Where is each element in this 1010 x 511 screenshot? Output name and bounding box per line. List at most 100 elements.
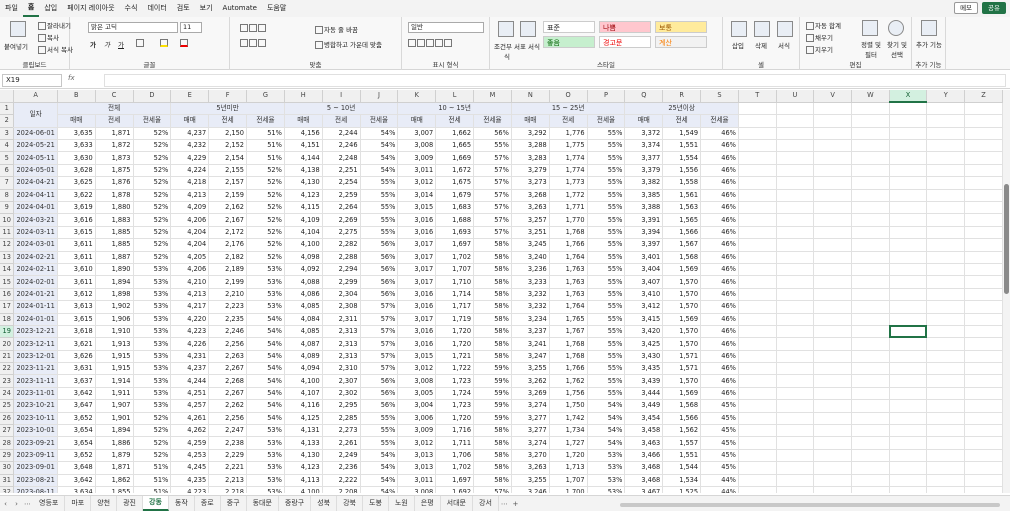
value-cell[interactable]: 55% bbox=[587, 139, 626, 153]
value-cell[interactable]: 3,652 bbox=[57, 412, 96, 426]
value-cell[interactable]: 4,094 bbox=[284, 362, 323, 376]
value-cell[interactable]: 52% bbox=[246, 238, 285, 252]
row-header[interactable]: 20 bbox=[0, 337, 15, 351]
value-cell[interactable]: 3,006 bbox=[397, 412, 437, 426]
value-cell[interactable]: 1,890 bbox=[95, 263, 134, 277]
empty-cell[interactable] bbox=[889, 275, 928, 289]
value-cell[interactable]: 46% bbox=[700, 300, 739, 314]
row-header[interactable]: 1 bbox=[0, 102, 15, 116]
empty-cell[interactable] bbox=[926, 436, 966, 450]
row-header[interactable]: 5 bbox=[0, 151, 15, 165]
value-cell[interactable]: 3,611 bbox=[57, 251, 96, 264]
sheet-tab[interactable]: 강동 bbox=[143, 496, 169, 511]
value-cell[interactable]: 1,720 bbox=[435, 412, 475, 426]
date-cell[interactable]: 2023-09-01 bbox=[13, 461, 58, 475]
empty-cell[interactable] bbox=[776, 288, 815, 302]
cut-button[interactable]: 잘라내기 bbox=[38, 20, 71, 30]
value-cell[interactable]: 1,894 bbox=[95, 275, 134, 289]
font-size-combo[interactable]: 11 bbox=[180, 22, 202, 33]
sub-header-cell[interactable]: 전세 bbox=[662, 114, 702, 128]
value-cell[interactable]: 3,008 bbox=[397, 374, 437, 388]
value-cell[interactable]: 3,412 bbox=[624, 300, 664, 314]
value-cell[interactable]: 57% bbox=[360, 325, 399, 339]
empty-cell[interactable] bbox=[964, 412, 1003, 426]
empty-cell[interactable] bbox=[964, 486, 1003, 493]
empty-cell[interactable] bbox=[964, 337, 1003, 351]
empty-cell[interactable] bbox=[776, 151, 815, 165]
empty-cell[interactable] bbox=[926, 449, 966, 463]
date-cell[interactable]: 2023-08-11 bbox=[13, 486, 58, 493]
empty-cell[interactable] bbox=[738, 127, 777, 141]
value-cell[interactable]: 1,883 bbox=[95, 213, 134, 227]
value-cell[interactable]: 1,887 bbox=[95, 251, 134, 264]
value-cell[interactable]: 57% bbox=[360, 350, 399, 364]
date-cell[interactable]: 2023-12-11 bbox=[13, 337, 58, 351]
value-cell[interactable]: 4,235 bbox=[170, 474, 210, 488]
empty-cell[interactable] bbox=[813, 263, 852, 277]
value-cell[interactable]: 56% bbox=[360, 387, 399, 401]
value-cell[interactable]: 4,115 bbox=[284, 201, 323, 215]
empty-cell[interactable] bbox=[964, 350, 1003, 364]
sub-header-cell[interactable]: 매매 bbox=[57, 114, 96, 128]
sub-header-cell[interactable]: 전세율 bbox=[246, 114, 285, 128]
value-cell[interactable]: 3,274 bbox=[511, 399, 550, 413]
row-header[interactable]: 26 bbox=[0, 412, 15, 426]
paste-button[interactable]: 붙여넣기 bbox=[4, 41, 28, 51]
date-cell[interactable]: 2024-04-21 bbox=[13, 176, 58, 190]
column-header[interactable]: G bbox=[246, 90, 285, 103]
empty-cell[interactable] bbox=[776, 399, 815, 413]
empty-cell[interactable] bbox=[813, 288, 852, 302]
value-cell[interactable]: 1,721 bbox=[435, 350, 475, 364]
value-cell[interactable]: 1,566 bbox=[662, 412, 702, 426]
value-cell[interactable]: 1,558 bbox=[662, 176, 702, 190]
value-cell[interactable]: 4,100 bbox=[284, 486, 323, 493]
empty-cell[interactable] bbox=[964, 251, 1003, 264]
value-cell[interactable]: 55% bbox=[587, 127, 626, 141]
empty-cell[interactable] bbox=[851, 350, 890, 364]
column-header[interactable]: T bbox=[738, 90, 777, 103]
value-cell[interactable]: 54% bbox=[360, 486, 399, 493]
group-header-cell[interactable]: 10 ~ 15년 bbox=[397, 102, 512, 116]
column-header[interactable]: B bbox=[57, 90, 96, 103]
empty-cell[interactable] bbox=[851, 313, 890, 326]
value-cell[interactable]: 56% bbox=[360, 374, 399, 388]
value-cell[interactable]: 54% bbox=[246, 362, 285, 376]
value-cell[interactable]: 1,774 bbox=[549, 151, 588, 165]
empty-cell[interactable] bbox=[926, 139, 966, 153]
value-cell[interactable]: 4,245 bbox=[170, 461, 210, 475]
empty-cell[interactable] bbox=[889, 151, 928, 165]
date-cell[interactable]: 2024-04-11 bbox=[13, 189, 58, 203]
value-cell[interactable]: 58% bbox=[473, 300, 512, 314]
value-cell[interactable]: 52% bbox=[133, 201, 172, 215]
value-cell[interactable]: 3,246 bbox=[511, 486, 550, 493]
value-cell[interactable]: 55% bbox=[587, 151, 626, 165]
value-cell[interactable]: 46% bbox=[700, 275, 739, 289]
value-cell[interactable]: 3,012 bbox=[397, 176, 437, 190]
value-cell[interactable]: 1,675 bbox=[435, 176, 475, 190]
insert-cells-icon[interactable] bbox=[731, 21, 747, 37]
value-cell[interactable]: 1,551 bbox=[662, 449, 702, 463]
empty-cell[interactable] bbox=[851, 275, 890, 289]
empty-cell[interactable] bbox=[776, 424, 815, 438]
sub-header-cell[interactable]: 전세율 bbox=[360, 114, 399, 128]
empty-cell[interactable] bbox=[813, 449, 852, 463]
empty-cell[interactable] bbox=[926, 176, 966, 190]
value-cell[interactable]: 46% bbox=[700, 313, 739, 326]
row-header[interactable]: 21 bbox=[0, 350, 15, 364]
value-cell[interactable]: 3,628 bbox=[57, 164, 96, 178]
value-cell[interactable]: 57% bbox=[360, 337, 399, 351]
empty-cell[interactable] bbox=[889, 201, 928, 215]
sheet-tab[interactable]: 종로 bbox=[195, 496, 221, 511]
empty-cell[interactable] bbox=[964, 275, 1003, 289]
empty-cell[interactable] bbox=[738, 374, 777, 388]
empty-cell[interactable] bbox=[738, 350, 777, 364]
value-cell[interactable]: 1,873 bbox=[95, 151, 134, 165]
value-cell[interactable]: 1,894 bbox=[95, 424, 134, 438]
value-cell[interactable]: 2,152 bbox=[208, 139, 248, 153]
empty-cell[interactable] bbox=[926, 275, 966, 289]
empty-cell[interactable] bbox=[813, 300, 852, 314]
sub-header-cell[interactable]: 전세율 bbox=[700, 114, 739, 128]
value-cell[interactable]: 3,009 bbox=[397, 424, 437, 438]
sheet-tab[interactable]: 강북 bbox=[337, 496, 363, 511]
style-warning[interactable]: 경고문 bbox=[599, 36, 651, 48]
